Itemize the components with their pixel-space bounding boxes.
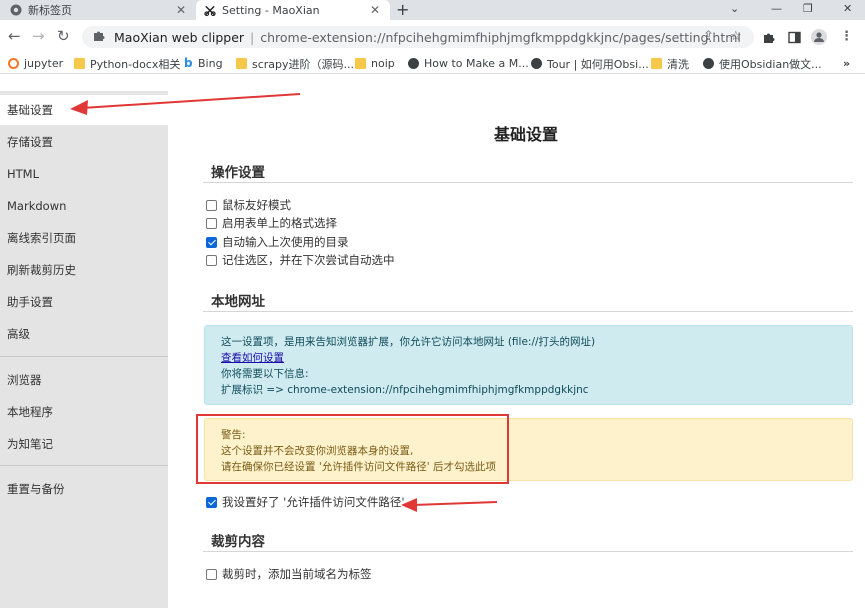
reload-icon[interactable]: ↻ <box>57 27 70 45</box>
omnibox-separator: | <box>250 29 255 45</box>
url-text: chrome-extension://nfpcihehgmimfhiphjmgf… <box>260 29 741 45</box>
extension-puzzle-icon <box>92 29 106 45</box>
folder-icon <box>236 58 247 69</box>
bing-icon: b <box>184 56 193 70</box>
bookmark-item[interactable]: jupyter <box>8 55 63 72</box>
close-window-icon[interactable]: ✕ <box>843 0 852 20</box>
section-divider <box>203 182 853 183</box>
checkbox[interactable] <box>206 199 217 211</box>
close-tab-icon[interactable]: ✕ <box>176 3 186 17</box>
sidebar-item-reset-backup[interactable]: 重置与备份 <box>0 474 168 504</box>
close-tab-icon[interactable]: ✕ <box>370 3 380 17</box>
checkbox-checked[interactable] <box>206 236 217 248</box>
side-panel-icon[interactable] <box>788 28 801 50</box>
more-menu-icon[interactable]: ⋮ <box>840 28 853 46</box>
bookmark-item[interactable]: How to Make a M... <box>408 55 529 72</box>
checkbox[interactable] <box>206 217 217 229</box>
back-arrow-icon[interactable]: ← <box>8 27 21 45</box>
bookmark-folder[interactable]: Python-docx相关 <box>74 55 180 72</box>
sidebar-item-html[interactable]: HTML <box>0 159 168 189</box>
tab-title: 新标签页 <box>28 4 72 17</box>
new-tab-plus-icon[interactable]: + <box>396 0 409 20</box>
info-text: 你将需要以下信息: <box>221 368 309 380</box>
settings-sidebar: 基础设置 存储设置 HTML Markdown 离线索引页面 刷新裁剪历史 助手… <box>0 91 168 608</box>
sidebar-item-assistant[interactable]: 助手设置 <box>0 287 168 317</box>
folder-icon <box>651 58 662 69</box>
option-file-access-confirmed[interactable]: 我设置好了 '允许插件访问文件路径' <box>206 494 404 510</box>
option-mouse-friendly[interactable]: 鼠标友好模式 <box>206 197 291 213</box>
sidebar-item-basic[interactable]: 基础设置 <box>0 95 168 125</box>
sidebar-item-advanced[interactable]: 高级 <box>0 319 168 349</box>
tab-search-chevron-icon[interactable]: ⌄ <box>730 0 739 20</box>
bookmark-folder[interactable]: scrapy进阶（源码... <box>236 55 354 72</box>
maoxian-icon <box>204 4 216 16</box>
bookmark-item[interactable]: b Bing <box>184 55 223 72</box>
sidebar-item-native-app[interactable]: 本地程序 <box>0 397 168 427</box>
sidebar-item-refresh-history[interactable]: 刷新裁剪历史 <box>0 255 168 285</box>
site-name: MaoXian web clipper <box>114 29 245 45</box>
section-divider <box>203 311 853 312</box>
settings-main: 基础设置 操作设置 鼠标友好模式 启用表单上的格式选择 自动输入上次使用的目录 … <box>168 75 865 608</box>
section-divider <box>203 551 853 552</box>
info-text: 这一设置项，是用来告知浏览器扩展，你允许它访问本地网址 (file://打头的网… <box>221 336 596 348</box>
bookmark-folder[interactable]: noip <box>355 55 395 72</box>
globe-icon <box>531 58 542 69</box>
option-add-domain-tag[interactable]: 裁剪时，添加当前域名为标签 <box>206 566 372 582</box>
minimize-icon[interactable]: — <box>771 0 782 20</box>
tab-setting[interactable]: Setting - MaoXian ✕ <box>196 0 390 20</box>
sidebar-divider <box>0 465 168 466</box>
sidebar-item-wiznote[interactable]: 为知笔记 <box>0 429 168 459</box>
bookmarks-bar: jupyter Python-docx相关 b Bing scrapy进阶（源码… <box>0 53 865 74</box>
section-title-operation: 操作设置 <box>211 165 265 181</box>
bookmark-folder[interactable]: 清洗 <box>651 55 689 72</box>
section-title-clipping: 裁剪内容 <box>211 534 265 550</box>
how-to-setup-link[interactable]: 查看如何设置 <box>221 352 284 364</box>
option-remember-selection[interactable]: 记住选区，并在下次尝试自动选中 <box>206 252 395 268</box>
more-bookmarks-chevron-icon[interactable]: » <box>843 55 850 72</box>
jupyter-icon <box>8 58 19 69</box>
annotation-highlight-box <box>196 414 509 484</box>
chrome-icon <box>10 4 22 16</box>
tab-title: Setting - MaoXian <box>222 3 320 17</box>
extensions-icon[interactable] <box>762 28 775 50</box>
restore-icon[interactable]: ❐ <box>803 0 813 20</box>
bookmark-star-icon[interactable]: ☆ <box>730 28 742 46</box>
sidebar-item-browser[interactable]: 浏览器 <box>0 365 168 395</box>
profile-avatar-icon[interactable] <box>811 28 827 51</box>
globe-icon <box>408 58 419 69</box>
globe-icon <box>703 58 714 69</box>
sidebar-item-markdown[interactable]: Markdown <box>0 191 168 221</box>
sidebar-item-storage[interactable]: 存储设置 <box>0 127 168 157</box>
sidebar-divider <box>0 356 168 357</box>
tab-new-tab[interactable]: 新标签页 ✕ <box>0 0 196 20</box>
sidebar-item-offline-index[interactable]: 离线索引页面 <box>0 223 168 253</box>
tab-strip: 新标签页 ✕ Setting - MaoXian ✕ + ⌄ — ❐ ✕ <box>0 0 865 20</box>
section-title-local-url: 本地网址 <box>211 294 265 310</box>
checkbox-checked[interactable] <box>206 496 217 508</box>
forward-arrow-icon[interactable]: → <box>32 27 45 45</box>
address-bar[interactable]: MaoXian web clipper | chrome-extension:/… <box>82 26 754 48</box>
share-icon[interactable]: ⇪ <box>703 28 714 46</box>
bookmark-item[interactable]: 使用Obsidian做文... <box>703 55 822 72</box>
option-form-format-select[interactable]: 启用表单上的格式选择 <box>206 215 337 231</box>
page-title: 基础设置 <box>494 125 559 144</box>
info-box: 这一设置项，是用来告知浏览器扩展，你允许它访问本地网址 (file://打头的网… <box>204 325 853 405</box>
checkbox[interactable] <box>206 568 217 580</box>
folder-icon <box>74 58 85 69</box>
option-auto-input-last-dir[interactable]: 自动输入上次使用的目录 <box>206 234 349 250</box>
extension-id-text: 扩展标识 => chrome-extension://nfpcihehgmimf… <box>221 384 589 396</box>
bookmark-item[interactable]: Tour | 如何用Obsi... <box>531 55 649 72</box>
checkbox[interactable] <box>206 254 217 266</box>
folder-icon <box>355 58 366 69</box>
